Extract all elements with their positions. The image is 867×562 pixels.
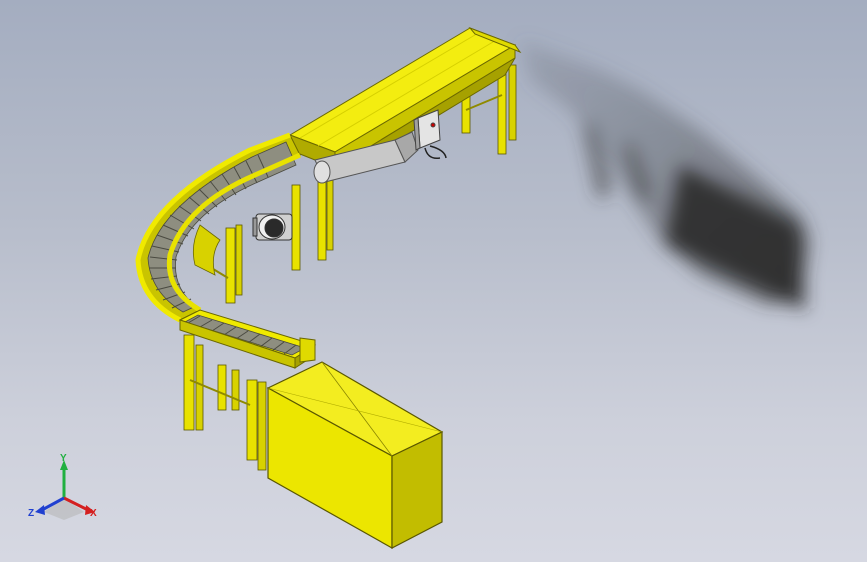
control-box[interactable] — [413, 109, 447, 160]
curve-motor[interactable] — [252, 213, 293, 241]
conveyor-model-scene[interactable]: Y X Z — [0, 0, 867, 562]
triad-base — [44, 498, 84, 520]
box-load[interactable] — [266, 361, 444, 550]
axis-triad[interactable]: Y X Z — [28, 453, 97, 520]
graphics-viewport[interactable]: Y X Z — [0, 0, 867, 562]
triad-z-arrow-icon — [35, 505, 45, 515]
triad-x-label: X — [90, 508, 97, 519]
floor-shadow — [520, 40, 810, 310]
triad-y-label: Y — [60, 453, 67, 464]
triad-z-label: Z — [28, 508, 34, 519]
